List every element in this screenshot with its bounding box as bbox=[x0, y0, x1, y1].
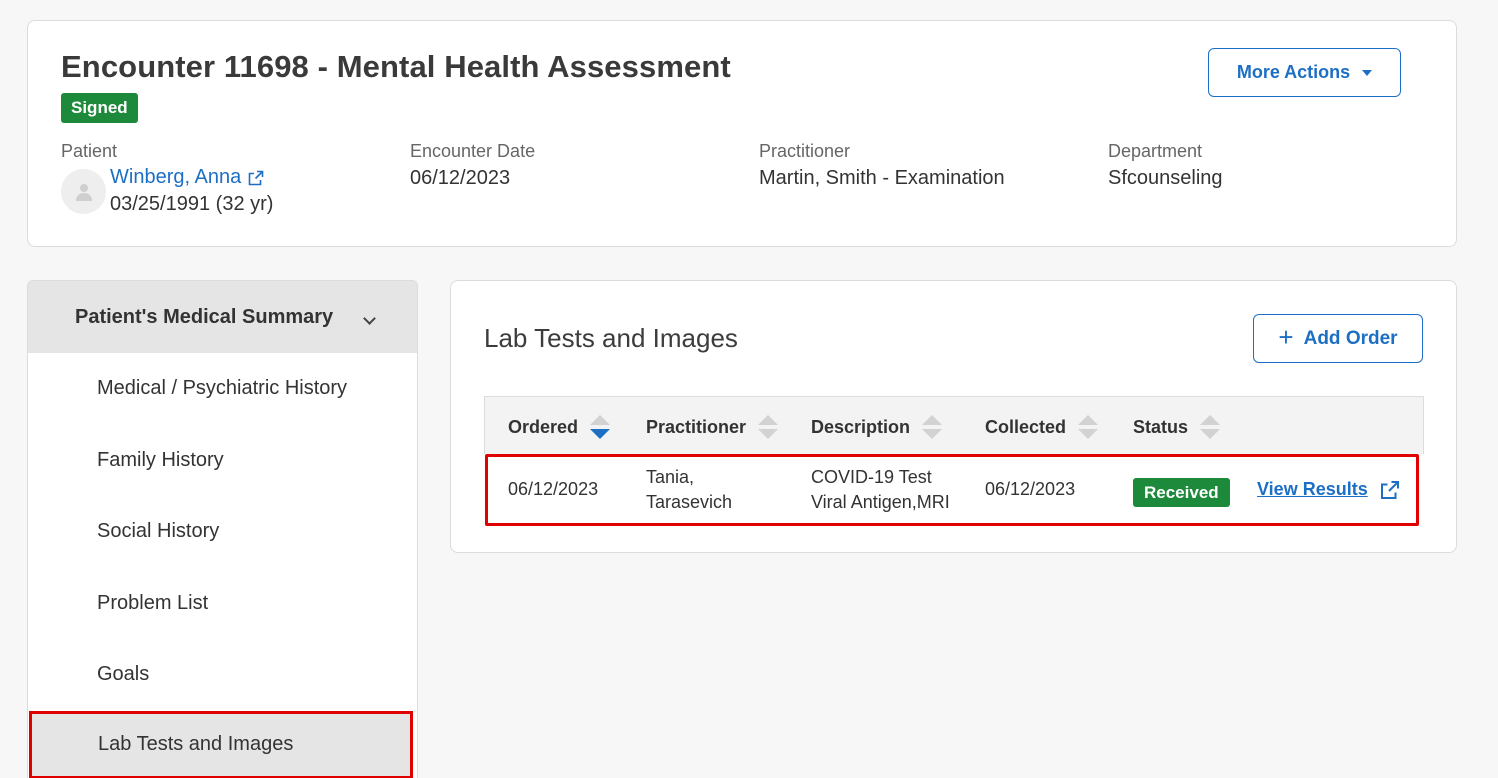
more-actions-label: More Actions bbox=[1236, 62, 1351, 82]
department-field: Department Sfcounseling bbox=[1108, 141, 1223, 190]
more-actions-button[interactable]: More Actions bbox=[1208, 48, 1401, 97]
external-link-icon bbox=[1380, 480, 1399, 499]
column-header-label: Practitioner bbox=[646, 416, 747, 437]
description-line-1: COVID-19 Test bbox=[811, 467, 932, 487]
column-header-label: Ordered bbox=[508, 416, 579, 437]
view-results-label: View Results bbox=[1257, 479, 1368, 499]
patient-name: Winberg, Anna bbox=[110, 166, 242, 188]
medical-summary-sidebar: Patient's Medical Summary Medical / Psyc… bbox=[27, 280, 418, 778]
practitioner-line-1: Tania, bbox=[646, 467, 695, 487]
received-status-badge: Received bbox=[1133, 478, 1230, 507]
sort-icon bbox=[590, 415, 611, 439]
table-header: Ordered Practitioner Description Collect… bbox=[484, 396, 1424, 454]
sidebar-item-label: Goals bbox=[97, 663, 150, 686]
sidebar-item-problem-list[interactable]: Problem List bbox=[28, 568, 417, 640]
add-order-label: Add Order bbox=[1303, 327, 1398, 349]
lab-tests-card: Lab Tests and Images + Add Order Ordered… bbox=[450, 280, 1457, 553]
patient-label: Patient bbox=[61, 141, 118, 161]
cell-practitioner: Tania, Tarasevich bbox=[646, 465, 732, 515]
sidebar-header-label: Patient's Medical Summary bbox=[75, 305, 334, 328]
add-order-button[interactable]: + Add Order bbox=[1253, 314, 1423, 363]
sidebar-item-label: Family History bbox=[97, 448, 224, 471]
column-header-practitioner[interactable]: Practitioner bbox=[646, 415, 779, 439]
column-header-ordered[interactable]: Ordered bbox=[508, 415, 611, 439]
column-header-collected[interactable]: Collected bbox=[985, 415, 1099, 439]
external-link-icon bbox=[248, 170, 264, 185]
sidebar-item-label: Problem List bbox=[97, 591, 209, 614]
sort-icon bbox=[1078, 415, 1099, 439]
sidebar-item-lab-tests-and-images[interactable]: Lab Tests and Images bbox=[29, 710, 413, 778]
table-row: 06/12/2023 Tania, Tarasevich COVID-19 Te… bbox=[485, 454, 1419, 526]
encounter-date-field: Encounter Date 06/12/2023 bbox=[410, 141, 535, 190]
patient-name-link[interactable]: Winberg, Anna bbox=[110, 166, 264, 189]
patient-field: Patient bbox=[61, 141, 117, 162]
department-value: Sfcounseling bbox=[1108, 167, 1223, 189]
section-title: Lab Tests and Images bbox=[484, 323, 738, 353]
encounter-title: Encounter 11698 - Mental Health Assessme… bbox=[61, 49, 731, 84]
column-header-label: Description bbox=[811, 416, 911, 437]
person-icon bbox=[75, 183, 92, 201]
department-label: Department bbox=[1108, 141, 1203, 161]
cell-collected: 06/12/2023 bbox=[985, 479, 1076, 499]
sort-icon bbox=[922, 415, 943, 439]
sidebar-item-social-history[interactable]: Social History bbox=[28, 496, 417, 568]
practitioner-label: Practitioner bbox=[759, 141, 851, 161]
encounter-date-value: 06/12/2023 bbox=[410, 167, 511, 189]
plus-icon: + bbox=[1278, 322, 1294, 352]
practitioner-line-2: Tarasevich bbox=[646, 492, 733, 512]
caret-down-icon bbox=[1362, 69, 1373, 76]
sidebar-item-goals[interactable]: Goals bbox=[28, 639, 417, 711]
avatar bbox=[61, 169, 106, 214]
view-results-link[interactable]: View Results bbox=[1257, 479, 1400, 500]
sidebar-item-family-history[interactable]: Family History bbox=[28, 425, 417, 497]
sidebar-item-label: Lab Tests and Images bbox=[98, 733, 294, 755]
sort-icon bbox=[758, 415, 779, 439]
sidebar-item-label: Social History bbox=[97, 520, 220, 543]
practitioner-value: Martin, Smith - Examination bbox=[759, 167, 1005, 189]
cell-description: COVID-19 Test Viral Antigen,MRI bbox=[811, 465, 950, 515]
sidebar-header-toggle[interactable]: Patient's Medical Summary bbox=[28, 281, 417, 353]
encounter-date-label: Encounter Date bbox=[410, 141, 536, 161]
practitioner-field: Practitioner Martin, Smith - Examination bbox=[759, 141, 1005, 190]
column-header-label: Status bbox=[1133, 416, 1189, 437]
sidebar-item-label: Medical / Psychiatric History bbox=[97, 377, 348, 400]
column-header-description[interactable]: Description bbox=[811, 415, 943, 439]
column-header-status[interactable]: Status bbox=[1133, 415, 1221, 439]
chevron-down-icon bbox=[363, 312, 376, 325]
column-header-label: Collected bbox=[985, 416, 1067, 437]
description-line-2: Viral Antigen,MRI bbox=[811, 492, 950, 512]
patient-dob: 03/25/1991 (32 yr) bbox=[110, 193, 274, 215]
encounter-header-card: Encounter 11698 - Mental Health Assessme… bbox=[27, 20, 1457, 247]
sort-icon bbox=[1200, 415, 1221, 439]
signed-status-badge: Signed bbox=[61, 93, 138, 123]
cell-ordered: 06/12/2023 bbox=[508, 479, 599, 499]
sidebar-item-medical-psychiatric-history[interactable]: Medical / Psychiatric History bbox=[28, 353, 417, 425]
lab-orders-table: Ordered Practitioner Description Collect… bbox=[484, 396, 1424, 526]
